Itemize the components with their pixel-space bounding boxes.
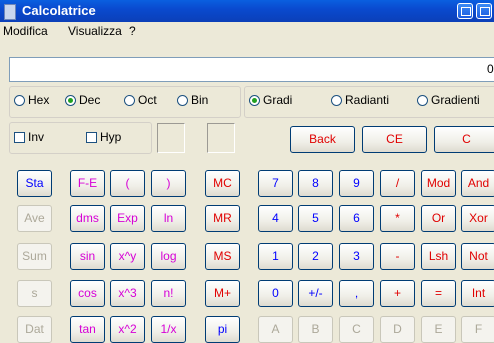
digit-9-button[interactable]: 9: [339, 170, 374, 197]
hex-e-button[interactable]: E: [421, 316, 456, 343]
dat-button[interactable]: Dat: [17, 316, 52, 343]
ave-button[interactable]: Ave: [17, 205, 52, 232]
x-cube-button[interactable]: x^3: [110, 280, 145, 307]
s-button[interactable]: s: [17, 280, 52, 307]
tan-button[interactable]: tan: [70, 316, 105, 343]
radio-hex-dot: [14, 95, 25, 106]
sum-button[interactable]: Sum: [17, 243, 52, 270]
digit-5-button[interactable]: 5: [298, 205, 333, 232]
digit-3-button[interactable]: 3: [339, 243, 374, 270]
radio-gradienti-dot: [417, 95, 428, 106]
hex-f-button[interactable]: F: [461, 316, 494, 343]
xor-button[interactable]: Xor: [461, 205, 494, 232]
angle-unit-group: Gradi Radianti Gradienti: [244, 86, 494, 118]
open-paren-button[interactable]: (: [110, 170, 145, 197]
memory-indicator: [207, 123, 235, 153]
modifier-group: Inv Hyp: [9, 122, 152, 154]
checkbox-inv-box: [14, 132, 25, 143]
pi-button[interactable]: pi: [205, 316, 240, 343]
close-paren-button[interactable]: ): [151, 170, 186, 197]
radio-bin-dot: [177, 95, 188, 106]
menu-help[interactable]: ?: [129, 24, 136, 38]
window-title: Calcolatrice: [22, 3, 96, 18]
checkbox-hyp[interactable]: Hyp: [86, 130, 121, 144]
radio-hex[interactable]: Hex: [14, 93, 49, 107]
sign-toggle-button[interactable]: +/-: [298, 280, 333, 307]
parenthesis-indicator: [157, 123, 185, 153]
radio-bin[interactable]: Bin: [177, 93, 208, 107]
digit-8-button[interactable]: 8: [298, 170, 333, 197]
mod-button[interactable]: Mod: [421, 170, 456, 197]
subtract-button[interactable]: -: [380, 243, 415, 270]
digit-0-button[interactable]: 0: [258, 280, 293, 307]
multiply-button[interactable]: *: [380, 205, 415, 232]
cos-button[interactable]: cos: [70, 280, 105, 307]
factorial-button[interactable]: n!: [151, 280, 186, 307]
ln-button[interactable]: ln: [151, 205, 186, 232]
restore-button[interactable]: [476, 3, 492, 19]
menu-bar: Modifica Visualizza ?: [0, 22, 494, 39]
hex-d-button[interactable]: D: [380, 316, 415, 343]
hex-a-button[interactable]: A: [258, 316, 293, 343]
m-plus-button[interactable]: M+: [205, 280, 240, 307]
mr-button[interactable]: MR: [205, 205, 240, 232]
digit-2-button[interactable]: 2: [298, 243, 333, 270]
checkbox-hyp-box: [86, 132, 97, 143]
radio-gradi[interactable]: Gradi: [249, 93, 292, 107]
result-display: 0,: [9, 57, 494, 82]
sta-button[interactable]: Sta: [17, 170, 52, 197]
mc-button[interactable]: MC: [205, 170, 240, 197]
menu-visualizza[interactable]: Visualizza: [68, 24, 122, 38]
radio-gradi-dot: [249, 95, 260, 106]
digit-4-button[interactable]: 4: [258, 205, 293, 232]
log-button[interactable]: log: [151, 243, 186, 270]
calculator-app-icon: [4, 4, 16, 20]
x-square-button[interactable]: x^2: [110, 316, 145, 343]
radio-radianti[interactable]: Radianti: [331, 93, 389, 107]
number-base-group: Hex Dec Oct Bin: [9, 86, 241, 118]
radio-gradienti[interactable]: Gradienti: [417, 93, 480, 107]
exp-button[interactable]: Exp: [110, 205, 145, 232]
dms-button[interactable]: dms: [70, 205, 105, 232]
ce-button[interactable]: CE: [362, 126, 427, 153]
radio-dec-dot: [65, 95, 76, 106]
back-button[interactable]: Back: [290, 126, 355, 153]
clear-button[interactable]: C: [434, 126, 494, 153]
or-button[interactable]: Or: [421, 205, 456, 232]
radio-oct-dot: [124, 95, 135, 106]
hex-c-button[interactable]: C: [339, 316, 374, 343]
digit-7-button[interactable]: 7: [258, 170, 293, 197]
decimal-button[interactable]: ,: [339, 280, 374, 307]
equals-button[interactable]: =: [421, 280, 456, 307]
fe-button[interactable]: F-E: [70, 170, 105, 197]
title-bar: Calcolatrice: [0, 0, 494, 22]
hex-b-button[interactable]: B: [298, 316, 333, 343]
x-pow-y-button[interactable]: x^y: [110, 243, 145, 270]
add-button[interactable]: +: [380, 280, 415, 307]
and-button[interactable]: And: [461, 170, 494, 197]
digit-1-button[interactable]: 1: [258, 243, 293, 270]
lsh-button[interactable]: Lsh: [421, 243, 456, 270]
sin-button[interactable]: sin: [70, 243, 105, 270]
menu-modifica[interactable]: Modifica: [3, 24, 48, 38]
maximize-button[interactable]: [457, 3, 473, 19]
radio-dec[interactable]: Dec: [65, 93, 100, 107]
not-button[interactable]: Not: [461, 243, 494, 270]
reciprocal-button[interactable]: 1/x: [151, 316, 186, 343]
checkbox-inv[interactable]: Inv: [14, 130, 44, 144]
divide-button[interactable]: /: [380, 170, 415, 197]
int-button[interactable]: Int: [461, 280, 494, 307]
digit-6-button[interactable]: 6: [339, 205, 374, 232]
radio-radianti-dot: [331, 95, 342, 106]
radio-oct[interactable]: Oct: [124, 93, 157, 107]
ms-button[interactable]: MS: [205, 243, 240, 270]
